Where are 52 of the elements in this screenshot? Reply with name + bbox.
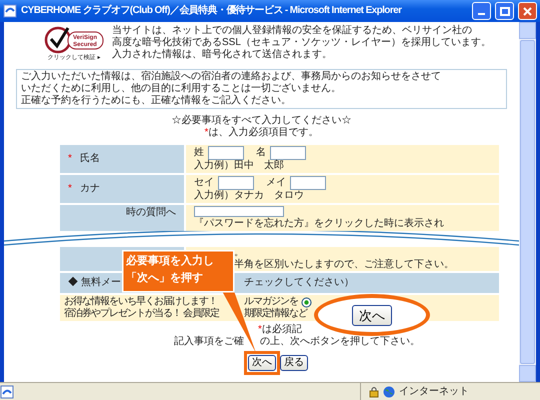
- close-button[interactable]: [518, 2, 537, 20]
- field-note: 半角を区別いたしますので、ご注意して下さい。: [234, 259, 455, 272]
- input-label: 名: [256, 147, 266, 159]
- close-icon: [523, 6, 532, 16]
- field-label: 氏名: [80, 153, 100, 165]
- ssl-notice: 当サイトは、ネット上での個人登録情報の安全を保証するため、ベリサイン社の 高度な暗号化技術であるSSL（セキュア・ソケッツ・レイヤー）を採用しています。 入力された情報は、暗号化されて送信されます。: [112, 25, 491, 61]
- required-mark: *: [68, 153, 72, 165]
- section-title: ◆ 無料メー: [68, 277, 121, 288]
- next-button[interactable]: 次へ: [248, 355, 276, 372]
- required-note: は、入力必須項目です。: [208, 127, 318, 139]
- scrollbar[interactable]: [519, 22, 536, 382]
- mail-text: ルマガジンを: [244, 296, 298, 308]
- field-note: 『パスワードを忘れた方』をクリックした時に表示され: [194, 218, 445, 230]
- mail-text: 期限定情報など: [244, 308, 307, 320]
- section-note: チェックしてください）: [244, 277, 354, 290]
- minimize-icon: [478, 13, 485, 15]
- required-note: は必須記: [262, 324, 302, 336]
- input-label: セイ: [194, 177, 214, 189]
- field-note: 。: [234, 247, 245, 258]
- globe-icon: [383, 386, 395, 398]
- input-field[interactable]: [194, 206, 284, 217]
- mail-text: 宿泊券やプレゼントが当る！ 会員限定: [64, 308, 219, 320]
- mail-text: お得な情報をいち早くお届けします！: [64, 296, 217, 308]
- required-mark: *: [68, 183, 72, 195]
- input-field[interactable]: [208, 146, 244, 160]
- minimize-button[interactable]: [472, 2, 491, 20]
- lock-icon: [369, 386, 379, 398]
- instruction-text: 記入事項をご確: [174, 336, 244, 348]
- privacy-notice: ご入力いただいた情報は、宿泊施設への宿泊者の連絡および、事務局からのお知らせをさせて いただくために利用し、他の目的に利用することは一切ございません。 正確な予約を行うためにも、正確な情報をご記入ください。: [16, 69, 507, 109]
- input-label: 姓: [194, 147, 204, 159]
- input-hint: 入力例）田中 太郎: [194, 160, 285, 172]
- input-field[interactable]: [290, 176, 326, 190]
- input-field[interactable]: [270, 146, 306, 160]
- instruction-text: の上、次へボタンを押して下さい。: [260, 336, 420, 348]
- page-icon: [0, 384, 14, 398]
- input-hint: 入力例）タナカ タロウ: [194, 190, 305, 202]
- input-field[interactable]: [218, 176, 254, 190]
- ie-icon: [3, 4, 17, 18]
- required-mark: *: [204, 127, 208, 139]
- back-button[interactable]: 戻る: [280, 355, 308, 372]
- zone-label: インターネット: [399, 386, 469, 398]
- window-title: CYBERHOME クラブオフ(Club Off)／会員特典・優待サービス - Microsoft Internet Explorer: [21, 5, 403, 17]
- required-mark: *: [258, 324, 262, 336]
- form-heading: ☆必要事項をすべて入力してください☆: [170, 115, 352, 126]
- maximize-button[interactable]: [495, 2, 514, 20]
- callout-text: 必要事項を入力し 「次へ」を押す: [126, 254, 214, 286]
- field-label: 時の質問へ: [126, 207, 176, 219]
- radio-button[interactable]: [301, 296, 312, 308]
- maximize-icon: [500, 6, 510, 16]
- field-label: カナ: [80, 183, 100, 195]
- next-button[interactable]: 次へ: [352, 304, 392, 326]
- input-label: メイ: [266, 177, 286, 189]
